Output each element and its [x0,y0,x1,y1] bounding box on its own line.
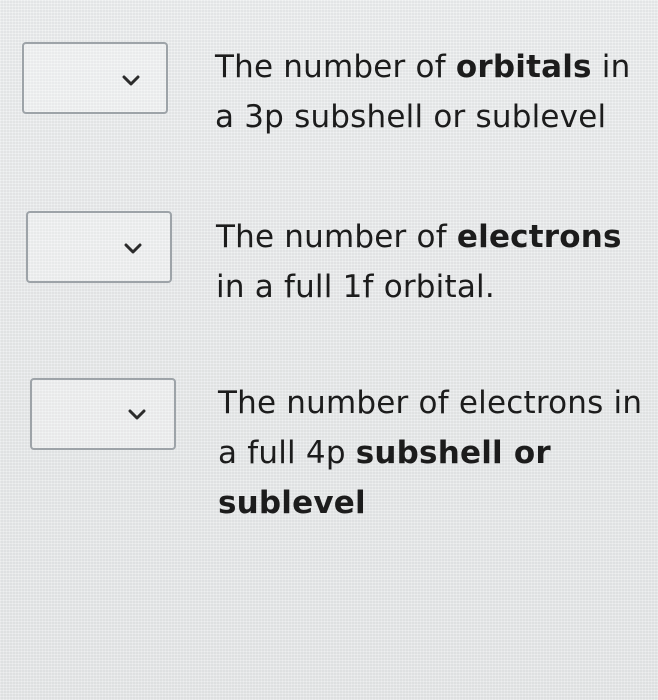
chevron-down-icon [124,243,142,254]
question-3-line-3: sublevel [218,485,366,521]
question-text-3: The number of electrons in a full 4p sub… [218,378,642,528]
question-text-2: The number of electrons in a full 1f orb… [216,212,622,312]
chevron-down-icon [122,75,140,86]
question-1-line-1: The number of orbitals in [215,49,631,85]
answer-dropdown-2[interactable] [26,211,172,283]
chevron-down-icon [128,409,146,420]
question-3-line-2: a full 4p subshell or [218,435,551,471]
question-1-line-2: a 3p subshell or sublevel [215,99,607,135]
question-2-line-1: The number of electrons [216,219,622,255]
question-2-line-2: in a full 1f orbital. [216,269,495,305]
question-text-1: The number of orbitals in a 3p subshell … [215,42,630,142]
screen: The number of orbitals in a 3p subshell … [0,0,658,700]
question-3-line-1: The number of electrons in [218,385,643,421]
answer-dropdown-3[interactable] [30,378,176,450]
answer-dropdown-1[interactable] [22,42,168,114]
